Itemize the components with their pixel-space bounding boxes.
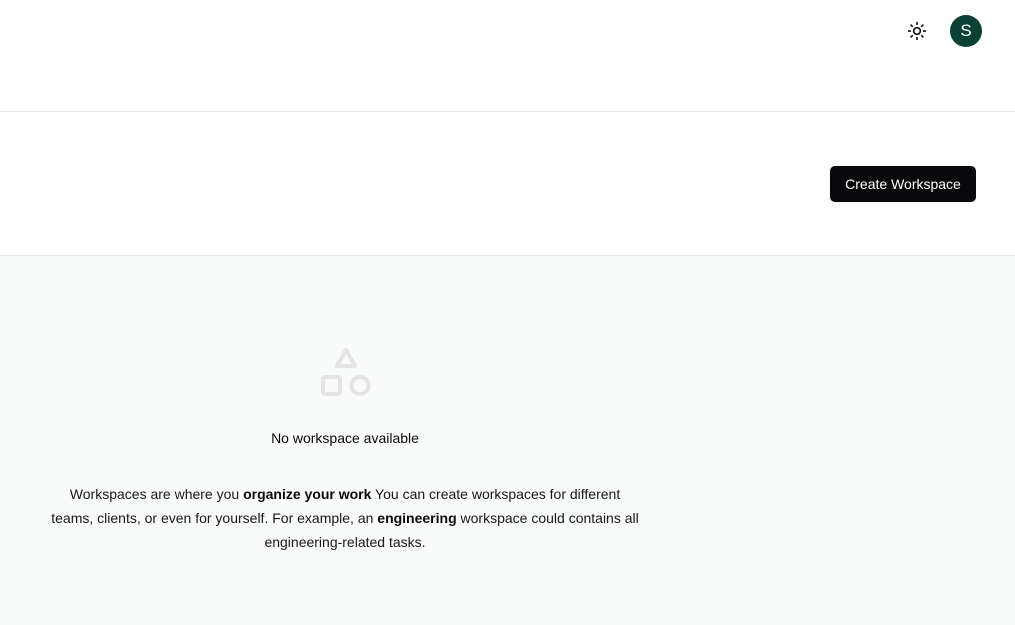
shapes-icon xyxy=(321,348,371,396)
top-bar: S xyxy=(0,0,1015,112)
empty-state-title: No workspace available xyxy=(271,430,419,446)
description-bold-text: engineering xyxy=(377,510,457,526)
empty-state-description: Workspaces are where you organize your w… xyxy=(50,482,640,554)
description-bold-text: organize your work xyxy=(243,486,372,502)
user-avatar[interactable]: S xyxy=(950,15,982,47)
main-content: No workspace available Workspaces are wh… xyxy=(0,256,1015,625)
create-workspace-button[interactable]: Create Workspace xyxy=(830,166,976,202)
page-header: Create Workspace xyxy=(0,112,1015,256)
avatar-initial: S xyxy=(960,21,972,40)
theme-toggle-button[interactable] xyxy=(905,19,929,43)
empty-state: No workspace available Workspaces are wh… xyxy=(40,256,650,625)
sun-icon xyxy=(907,21,927,41)
description-text: Workspaces are where you xyxy=(69,486,244,502)
